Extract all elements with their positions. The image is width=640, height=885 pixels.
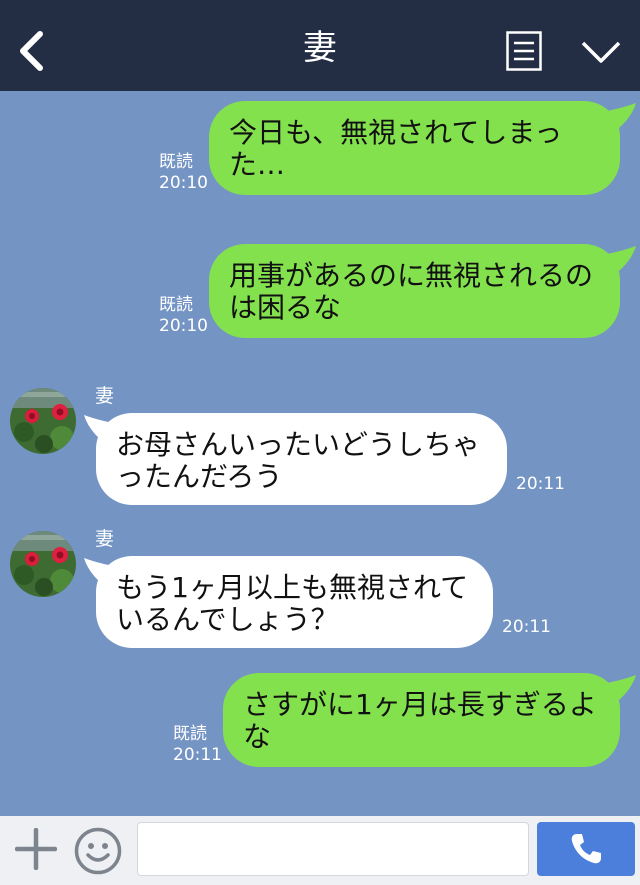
message-text: 今日も、無視されてしまった… xyxy=(229,116,563,181)
composer-bar xyxy=(0,816,640,885)
read-receipt: 既読 xyxy=(173,724,207,744)
chat-header: 妻 xyxy=(0,0,640,91)
read-receipt: 既読 xyxy=(159,295,193,315)
call-button[interactable] xyxy=(537,822,635,876)
phone-icon xyxy=(571,834,601,864)
message-time: 20:11 xyxy=(516,474,565,494)
sender-name: 妻 xyxy=(95,528,115,550)
message-bubble[interactable]: 今日も、無視されてしまった… xyxy=(209,101,620,195)
avatar[interactable] xyxy=(10,531,76,597)
message-list[interactable]: 今日も、無視されてしまった… 既読 20:10 用事があるのに無視されるのは困る… xyxy=(0,91,640,816)
message-time: 20:10 xyxy=(159,316,208,336)
rose-avatar-image xyxy=(10,388,76,454)
message-time: 20:10 xyxy=(159,173,208,193)
chevron-down-icon[interactable] xyxy=(580,38,622,66)
plus-icon[interactable] xyxy=(15,828,57,870)
message-bubble[interactable]: もう1ヶ月以上も無視されているんでしょう？ xyxy=(96,556,493,648)
rose-avatar-image xyxy=(10,531,76,597)
message-text: 用事があるのに無視されるのは困るな xyxy=(229,259,594,324)
message-bubble[interactable]: 用事があるのに無視されるのは困るな xyxy=(209,244,620,338)
emoji-icon[interactable] xyxy=(74,827,122,875)
message-incoming: 妻 お母さんいったいどうしちゃったんだろう 20:11 xyxy=(0,385,640,515)
message-time: 20:11 xyxy=(173,745,222,765)
message-input[interactable] xyxy=(137,822,529,876)
message-outgoing: 今日も、無視されてしまった… 既読 20:10 xyxy=(0,91,640,201)
message-meta: 既読 20:11 xyxy=(173,724,222,766)
message-time: 20:11 xyxy=(502,617,551,637)
message-text: お母さんいったいどうしちゃったんだろう xyxy=(116,428,481,493)
message-outgoing: 用事があるのに無視されるのは困るな 既読 20:10 xyxy=(0,234,640,344)
message-meta: 既読 20:10 xyxy=(159,152,208,194)
notes-icon[interactable] xyxy=(506,31,542,71)
message-outgoing: さすがに1ヶ月は長すぎるよな 既読 20:11 xyxy=(0,663,640,773)
message-bubble[interactable]: お母さんいったいどうしちゃったんだろう xyxy=(96,413,507,505)
avatar[interactable] xyxy=(10,388,76,454)
read-receipt: 既読 xyxy=(159,152,193,172)
message-bubble[interactable]: さすがに1ヶ月は長すぎるよな xyxy=(223,673,620,767)
message-text: もう1ヶ月以上も無視されているんでしょう？ xyxy=(116,571,469,636)
message-meta: 既読 20:10 xyxy=(159,295,208,337)
message-text: さすがに1ヶ月は長すぎるよな xyxy=(243,688,597,753)
chat-title: 妻 xyxy=(303,28,337,68)
sender-name: 妻 xyxy=(95,385,115,407)
message-incoming: 妻 もう1ヶ月以上も無視されているんでしょう？ 20:11 xyxy=(0,528,640,658)
